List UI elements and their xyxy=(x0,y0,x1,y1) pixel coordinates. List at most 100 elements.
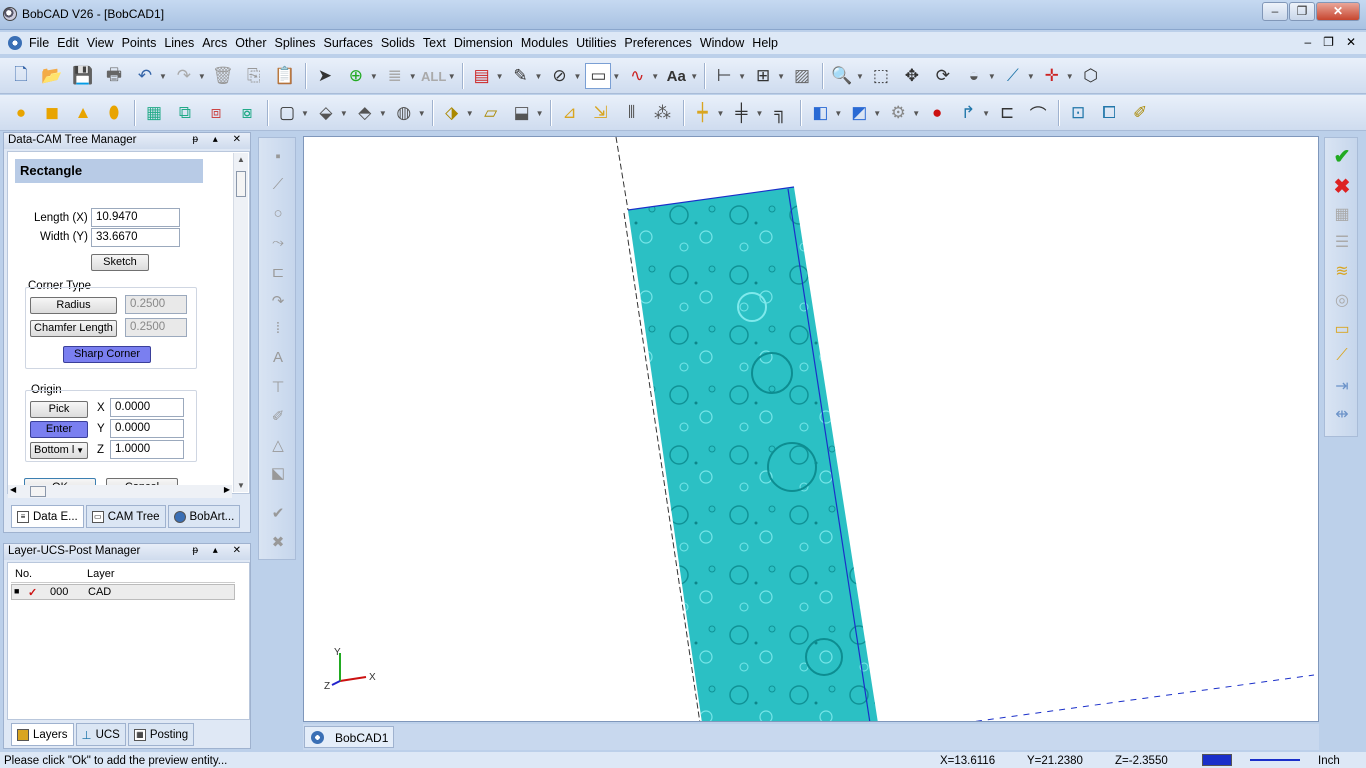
menu-item-file[interactable]: File xyxy=(29,36,49,50)
layer-color-icon[interactable]: ▤ xyxy=(469,63,495,89)
tab-bobart[interactable]: BobArt... xyxy=(167,505,241,528)
loft-icon[interactable]: ⬙ xyxy=(313,100,339,126)
chevron-down-icon[interactable]: ▼ xyxy=(159,72,167,81)
zoom-window-icon[interactable]: ⬚ xyxy=(868,63,894,89)
frame-icon[interactable]: ⧠ xyxy=(1096,100,1122,126)
color-swatch[interactable] xyxy=(1202,754,1232,766)
toolpath-icon[interactable]: ↱ xyxy=(955,100,981,126)
sharp-corner-button[interactable]: Sharp Corner xyxy=(63,346,151,363)
menu-item-lines[interactable]: Lines xyxy=(164,36,194,50)
scroll-left-icon[interactable]: ◀ xyxy=(10,485,16,494)
tab-cam-tree[interactable]: ▭ CAM Tree xyxy=(85,505,166,528)
zoom-icon[interactable]: 🔍 xyxy=(829,63,855,89)
chevron-down-icon[interactable]: ▼ xyxy=(379,109,387,118)
drawing-viewport[interactable]: X Y Z xyxy=(303,136,1319,722)
document-tab-bobcad1[interactable]: BobCAD1 xyxy=(304,726,394,748)
minimize-button[interactable]: – xyxy=(1262,2,1288,21)
menu-item-utilities[interactable]: Utilities xyxy=(576,36,616,50)
mdi-close-button[interactable]: ✕ xyxy=(1346,35,1356,49)
move-icon[interactable]: ⇲ xyxy=(588,100,614,126)
document-icon[interactable] xyxy=(8,36,22,50)
viewport-canvas[interactable]: X Y Z xyxy=(304,137,1319,722)
pattern-icon[interactable]: ⁂ xyxy=(650,100,676,126)
redo-icon[interactable]: ↷ xyxy=(171,63,197,89)
add-remove-selection-icon[interactable]: ⊕ xyxy=(343,63,369,89)
measure-tool-icon[interactable]: △ xyxy=(268,436,288,456)
offset-surface-icon[interactable]: ▱ xyxy=(478,100,504,126)
plane-icon[interactable]: ⟋ xyxy=(1000,63,1026,89)
union-icon[interactable]: ⧉ xyxy=(172,100,198,126)
paste-icon[interactable]: 📋 xyxy=(272,63,298,89)
circle-tool-icon[interactable]: ○ xyxy=(268,205,288,225)
select-all-button[interactable]: ALL xyxy=(421,63,447,89)
revolve-icon[interactable]: ◍ xyxy=(391,100,417,126)
form-horizontal-scrollbar[interactable]: ◀ ▶ xyxy=(8,485,232,498)
tab-layers[interactable]: Layers xyxy=(11,723,74,746)
menu-item-view[interactable]: View xyxy=(87,36,114,50)
shape-tool-icon[interactable]: ⊏ xyxy=(268,263,288,283)
tool-icon[interactable]: ✐ xyxy=(1127,100,1153,126)
dimension-icon[interactable]: ⊢ xyxy=(711,63,737,89)
target-icon[interactable]: ◎ xyxy=(1331,290,1353,312)
scroll-right-icon[interactable]: ▶ xyxy=(224,485,230,494)
chevron-down-icon[interactable]: ▼ xyxy=(690,72,698,81)
snap-center-icon[interactable]: ⇹ xyxy=(1331,404,1353,426)
fillet-icon[interactable]: ╗ xyxy=(767,100,793,126)
chevron-down-icon[interactable]: ▼ xyxy=(340,109,348,118)
chevron-down-icon[interactable]: ▼ xyxy=(988,72,996,81)
sweep-icon[interactable]: ⬘ xyxy=(352,100,378,126)
text-font-button[interactable]: Aa xyxy=(663,63,689,89)
chamfer-length-input[interactable]: 0.2500 xyxy=(125,318,187,337)
chevron-down-icon[interactable]: ▼ xyxy=(738,72,746,81)
origin-z-input[interactable]: 1.0000 xyxy=(110,440,184,459)
chevron-down-icon[interactable]: ▼ xyxy=(834,109,842,118)
menu-item-text[interactable]: Text xyxy=(423,36,446,50)
rectangle-icon[interactable]: ▭ xyxy=(585,63,612,89)
cube-view-icon[interactable]: ⬡ xyxy=(1078,63,1104,89)
align-icon[interactable]: ⊞ xyxy=(750,63,776,89)
boolean-icon[interactable]: ▦ xyxy=(141,100,167,126)
grid-icon[interactable]: ▦ xyxy=(1331,204,1353,226)
radius-button[interactable]: Radius xyxy=(30,297,117,314)
cancel-tool-icon[interactable]: ✖ xyxy=(268,533,288,553)
menu-item-points[interactable]: Points xyxy=(122,36,157,50)
chevron-down-icon[interactable]: ▼ xyxy=(370,72,378,81)
origin-y-input[interactable]: 0.0000 xyxy=(110,419,184,438)
dimension-arc-icon[interactable]: ⌒ xyxy=(1025,100,1051,126)
point-style-icon[interactable]: ⊘ xyxy=(546,63,572,89)
modify-tool-icon[interactable]: ✐ xyxy=(268,407,288,427)
transform-tool-icon[interactable]: ⬕ xyxy=(268,464,288,484)
chevron-down-icon[interactable]: ▼ xyxy=(418,109,426,118)
new-file-icon[interactable]: 🗋 xyxy=(8,63,34,89)
chevron-down-icon[interactable]: ▼ xyxy=(777,72,785,81)
point-tool-icon[interactable]: ▪ xyxy=(268,148,288,168)
chevron-down-icon[interactable]: ▼ xyxy=(612,72,620,81)
arc-tool-icon[interactable]: ↷ xyxy=(268,292,288,312)
print-icon[interactable]: 🖶 xyxy=(101,63,127,89)
trim-icon[interactable]: ┿ xyxy=(690,100,716,126)
app-icon[interactable] xyxy=(3,7,17,21)
ucs-icon[interactable]: ✛ xyxy=(1039,63,1065,89)
chamfer-length-button[interactable]: Chamfer Length xyxy=(30,320,117,337)
chevron-down-icon[interactable]: ▼ xyxy=(717,109,725,118)
tab-ucs[interactable]: ⊥ UCS xyxy=(75,723,126,746)
delete-icon[interactable]: 🗑 xyxy=(210,63,236,89)
line-tool-icon[interactable]: ⟋ xyxy=(268,176,288,196)
origin-position-select[interactable]: Bottom l ▼ xyxy=(30,442,88,459)
chevron-down-icon[interactable]: ▼ xyxy=(409,72,417,81)
scroll-down-icon[interactable]: ▼ xyxy=(237,481,245,490)
menu-item-arcs[interactable]: Arcs xyxy=(202,36,227,50)
dimension-linear-icon[interactable]: ⊏ xyxy=(994,100,1020,126)
enter-button[interactable]: Enter xyxy=(30,421,88,438)
close-button[interactable]: ✕ xyxy=(1316,2,1360,21)
layers-stack-icon[interactable]: ≋ xyxy=(1331,261,1353,283)
chevron-down-icon[interactable]: ▼ xyxy=(651,72,659,81)
scroll-up-icon[interactable]: ▲ xyxy=(237,155,245,164)
table-row[interactable]: ■ ✓ 000 CAD xyxy=(11,584,235,600)
menu-item-preferences[interactable]: Preferences xyxy=(624,36,691,50)
chevron-down-icon[interactable]: ▼ xyxy=(496,72,504,81)
menu-item-surfaces[interactable]: Surfaces xyxy=(323,36,372,50)
mdi-minimize-button[interactable]: – xyxy=(1304,35,1311,49)
chevron-down-icon[interactable]: ▼ xyxy=(573,72,581,81)
cone-icon[interactable]: ▲ xyxy=(70,100,96,126)
